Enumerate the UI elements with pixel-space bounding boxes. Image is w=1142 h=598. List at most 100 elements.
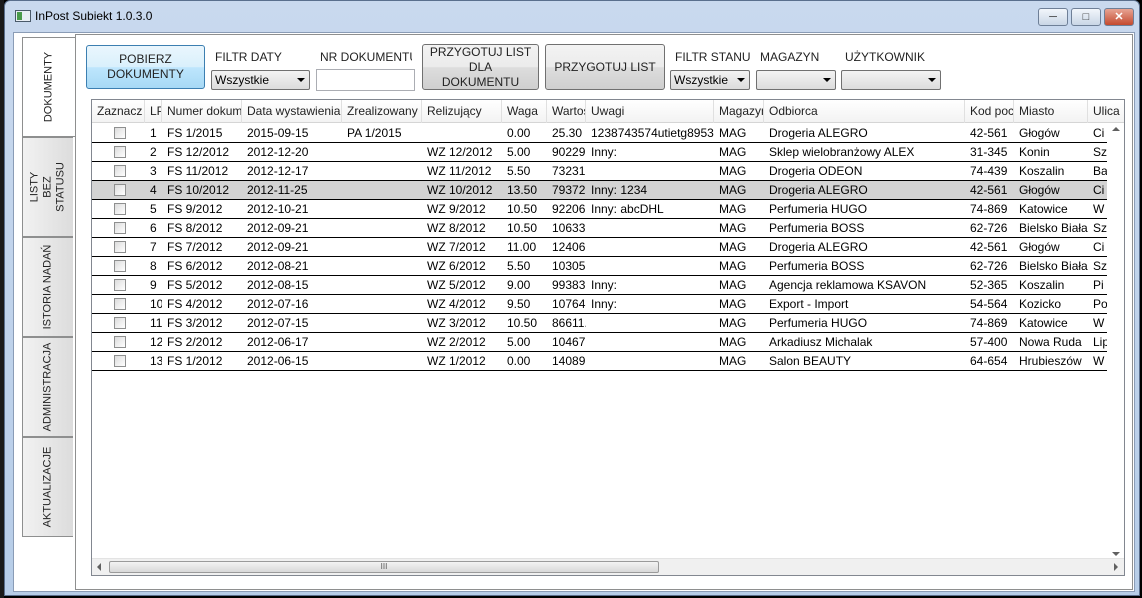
- table-cell: 2012-11-25: [247, 183, 308, 197]
- column-header[interactable]: Numer dokumentu: [162, 100, 242, 123]
- table-cell: [342, 276, 422, 294]
- pobierz-dokumenty-button[interactable]: POBIERZ DOKUMENTY: [86, 45, 205, 89]
- chevron-down-icon: [823, 78, 831, 82]
- table-cell: [342, 295, 422, 313]
- table-cell: Drogeria ODEON: [769, 164, 863, 178]
- row-checkbox[interactable]: [114, 260, 126, 272]
- table-cell: 11: [150, 316, 162, 330]
- row-checkbox[interactable]: [114, 355, 126, 367]
- documents-table[interactable]: ZaznaczLPNumer dokumentuData wystawienia…: [91, 99, 1125, 576]
- row-checkbox[interactable]: [114, 298, 126, 310]
- column-header[interactable]: Zrealizowany: [342, 100, 422, 123]
- column-header[interactable]: Odbiorca: [764, 100, 965, 123]
- table-cell: Głogów: [1019, 183, 1060, 197]
- app-icon: [15, 10, 31, 22]
- table-cell: Export - Import: [769, 297, 849, 311]
- magazyn-select[interactable]: [756, 70, 836, 90]
- maximize-button[interactable]: □: [1071, 8, 1101, 26]
- table-row[interactable]: 1 FS 1/2015 2015-09-15 PA 1/2015 0.00 25.30 12…: [92, 124, 1124, 143]
- column-header[interactable]: Wartość: [547, 100, 586, 123]
- column-header[interactable]: Data wystawienia: [242, 100, 342, 123]
- scroll-down-icon[interactable]: [1112, 552, 1120, 556]
- table-cell: 90229.: [552, 145, 586, 159]
- table-cell: 2012-07-16: [247, 297, 309, 311]
- table-row[interactable]: 5 FS 9/2012 2012-10-21 WZ 9/2012 10.50 92206.…: [92, 200, 1124, 219]
- table-cell: 25.30: [552, 126, 583, 140]
- close-button[interactable]: ✕: [1104, 8, 1134, 26]
- row-checkbox[interactable]: [114, 165, 126, 177]
- table-row[interactable]: 13 FS 1/2012 2012-06-15 WZ 1/2012 0.00 14089.…: [92, 352, 1124, 371]
- table-row[interactable]: 6 FS 8/2012 2012-09-21 WZ 8/2012 10.50 10633.…: [92, 219, 1124, 238]
- scroll-left-icon[interactable]: [97, 563, 101, 571]
- tab-listy-bez-statusu[interactable]: LISTY BEZ STATUSU: [22, 137, 73, 237]
- table-row[interactable]: 12 FS 2/2012 2012-06-17 WZ 2/2012 5.00 10467.…: [92, 333, 1124, 352]
- table-row[interactable]: 4 FS 10/2012 2012-11-25 WZ 10/2012 13.50 7937…: [92, 181, 1124, 200]
- table-cell: Drogeria ALEGRO: [769, 126, 868, 140]
- table-cell: Salon BEAUTY: [769, 354, 852, 368]
- column-header[interactable]: Ulica: [1088, 100, 1124, 123]
- przygotuj-list-button[interactable]: PRZYGOTUJ LIST: [545, 44, 665, 90]
- table-row[interactable]: 8 FS 6/2012 2012-08-21 WZ 6/2012 5.50 10305. M…: [92, 257, 1124, 276]
- row-checkbox[interactable]: [114, 203, 126, 215]
- vertical-tabs: DOKUMENTY LISTY BEZ STATUSU ISTORIA NADA…: [22, 37, 75, 557]
- title-bar[interactable]: InPost Subiekt 1.0.3.0 ─ □ ✕: [5, 1, 1139, 31]
- filtr-stanu-select[interactable]: Wszystkie: [670, 70, 750, 90]
- minimize-icon: ─: [1049, 11, 1057, 23]
- window-title: InPost Subiekt 1.0.3.0: [35, 9, 153, 23]
- table-cell: [342, 200, 422, 218]
- table-cell: 2015-09-15: [247, 126, 309, 140]
- table-cell: [586, 352, 714, 370]
- row-checkbox[interactable]: [114, 127, 126, 139]
- table-cell: MAG: [719, 126, 747, 140]
- table-cell: 92206.: [552, 202, 586, 216]
- row-checkbox[interactable]: [114, 146, 126, 158]
- row-checkbox[interactable]: [114, 336, 126, 348]
- table-row[interactable]: 9 FS 5/2012 2012-08-15 WZ 5/2012 9.00 99383. I…: [92, 276, 1124, 295]
- table-cell: MAG: [719, 316, 747, 330]
- table-row[interactable]: 10 FS 4/2012 2012-07-16 WZ 4/2012 9.50 10764.…: [92, 295, 1124, 314]
- table-cell: [422, 124, 502, 142]
- column-header[interactable]: Magazyn: [714, 100, 764, 123]
- table-cell: Drogeria ALEGRO: [769, 183, 868, 197]
- row-checkbox[interactable]: [114, 184, 126, 196]
- scroll-thumb[interactable]: III: [109, 561, 659, 573]
- tab-dokumenty[interactable]: DOKUMENTY: [22, 37, 75, 137]
- table-row[interactable]: 11 FS 3/2012 2012-07-15 WZ 3/2012 10.50 86611…: [92, 314, 1124, 333]
- table-cell: PA 1/2015: [347, 126, 402, 140]
- row-checkbox[interactable]: [114, 222, 126, 234]
- table-cell: 4: [150, 183, 157, 197]
- tab-historia-nadan[interactable]: ISTORIA NADAŃ: [22, 237, 73, 337]
- horizontal-scrollbar[interactable]: III: [92, 558, 1124, 575]
- table-cell: 5.00: [507, 145, 531, 159]
- filtr-daty-value: Wszystkie: [215, 73, 269, 87]
- vertical-scrollbar[interactable]: [1107, 123, 1124, 560]
- table-cell: Perfumeria HUGO: [769, 202, 868, 216]
- column-header[interactable]: Uwagi: [586, 100, 714, 123]
- column-header[interactable]: LP: [145, 100, 162, 123]
- scroll-right-icon[interactable]: [1114, 563, 1118, 571]
- nr-dokumentu-input[interactable]: [316, 69, 415, 91]
- column-header[interactable]: Waga: [502, 100, 547, 123]
- tab-administracja[interactable]: ADMINISTRACJA: [22, 337, 73, 437]
- column-header[interactable]: Relizujący: [422, 100, 502, 123]
- table-cell: 42-561: [970, 240, 1008, 254]
- row-checkbox[interactable]: [114, 241, 126, 253]
- table-cell: MAG: [719, 221, 747, 235]
- tab-aktualizacje[interactable]: AKTUALIZACJE: [22, 437, 73, 537]
- table-cell: MAG: [719, 202, 747, 216]
- table-row[interactable]: 3 FS 11/2012 2012-12-17 WZ 11/2012 5.50 73231…: [92, 162, 1124, 181]
- table-row[interactable]: 7 FS 7/2012 2012-09-21 WZ 7/2012 11.00 12406.…: [92, 238, 1124, 257]
- filtr-daty-select[interactable]: Wszystkie: [211, 70, 310, 90]
- tab-label: ISTORIA NADAŃ: [41, 244, 54, 330]
- scroll-up-icon[interactable]: [1112, 127, 1120, 131]
- column-header[interactable]: Zaznacz: [92, 100, 145, 123]
- column-header[interactable]: Miasto: [1014, 100, 1088, 123]
- minimize-button[interactable]: ─: [1038, 8, 1068, 26]
- table-row[interactable]: 2 FS 12/2012 2012-12-20 WZ 12/2012 5.00 90229…: [92, 143, 1124, 162]
- uzytkownik-select[interactable]: [841, 70, 941, 90]
- row-checkbox[interactable]: [114, 279, 126, 291]
- przygotuj-list-dla-dokumentu-button[interactable]: PRZYGOTUJ LIST DLA DOKUMENTU: [422, 44, 539, 90]
- row-checkbox[interactable]: [114, 317, 126, 329]
- column-header[interactable]: Kod pocztowy: [965, 100, 1014, 123]
- table-cell: [342, 333, 422, 351]
